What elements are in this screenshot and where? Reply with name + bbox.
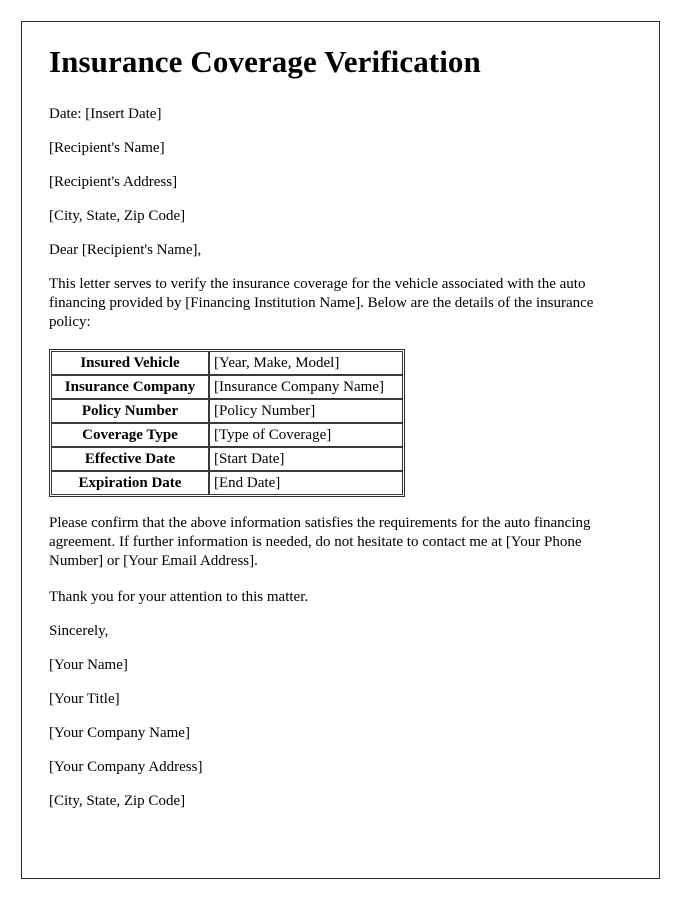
signature-your-name: [Your Name] — [49, 657, 128, 674]
table-cell-label: Effective Date — [51, 447, 209, 472]
recipient-name: [Recipient's Name] — [49, 140, 165, 157]
table-cell-value: [End Date] — [209, 471, 403, 496]
table-row: Effective Date [Start Date] — [51, 447, 403, 472]
date-line: Date: [Insert Date] — [49, 106, 162, 123]
table-cell-label: Insured Vehicle — [51, 351, 209, 376]
table-cell-value: [Start Date] — [209, 447, 403, 472]
signature-company-address: [Your Company Address] — [49, 759, 203, 776]
signature-city-state-zip: [City, State, Zip Code] — [49, 793, 186, 810]
salutation: Dear [Recipient's Name], — [49, 242, 202, 259]
page-title: Insurance Coverage Verification — [49, 44, 481, 79]
table-cell-label: Coverage Type — [51, 423, 209, 448]
table-cell-value: [Insurance Company Name] — [209, 375, 403, 400]
table-row: Expiration Date [End Date] — [51, 471, 403, 496]
recipient-address: [Recipient's Address] — [49, 174, 178, 191]
table-row: Coverage Type [Type of Coverage] — [51, 423, 403, 448]
table-cell-value: [Type of Coverage] — [209, 423, 403, 448]
thanks-paragraph: Thank you for your attention to this mat… — [49, 589, 309, 606]
policy-details-table: Insured Vehicle [Year, Make, Model] Insu… — [49, 349, 405, 498]
table-row: Insurance Company [Insurance Company Nam… — [51, 375, 403, 400]
policy-details-table-body: Insured Vehicle [Year, Make, Model] Insu… — [51, 351, 403, 496]
recipient-city-state-zip: [City, State, Zip Code] — [49, 208, 186, 225]
table-cell-label: Policy Number — [51, 399, 209, 424]
sign-off: Sincerely, — [49, 623, 109, 640]
table-row: Insured Vehicle [Year, Make, Model] — [51, 351, 403, 376]
signature-company-name: [Your Company Name] — [49, 725, 190, 742]
table-cell-label: Expiration Date — [51, 471, 209, 496]
document-page-frame: Insurance Coverage Verification Date: [I… — [21, 21, 660, 879]
intro-paragraph: This letter serves to verify the insuran… — [49, 276, 594, 331]
closing-paragraph: Please confirm that the above informatio… — [49, 515, 591, 570]
table-cell-label: Insurance Company — [51, 375, 209, 400]
document-body: Insurance Coverage Verification Date: [I… — [49, 44, 634, 826]
table-cell-value: [Policy Number] — [209, 399, 403, 424]
signature-your-title: [Your Title] — [49, 691, 120, 708]
table-cell-value: [Year, Make, Model] — [209, 351, 403, 376]
table-row: Policy Number [Policy Number] — [51, 399, 403, 424]
